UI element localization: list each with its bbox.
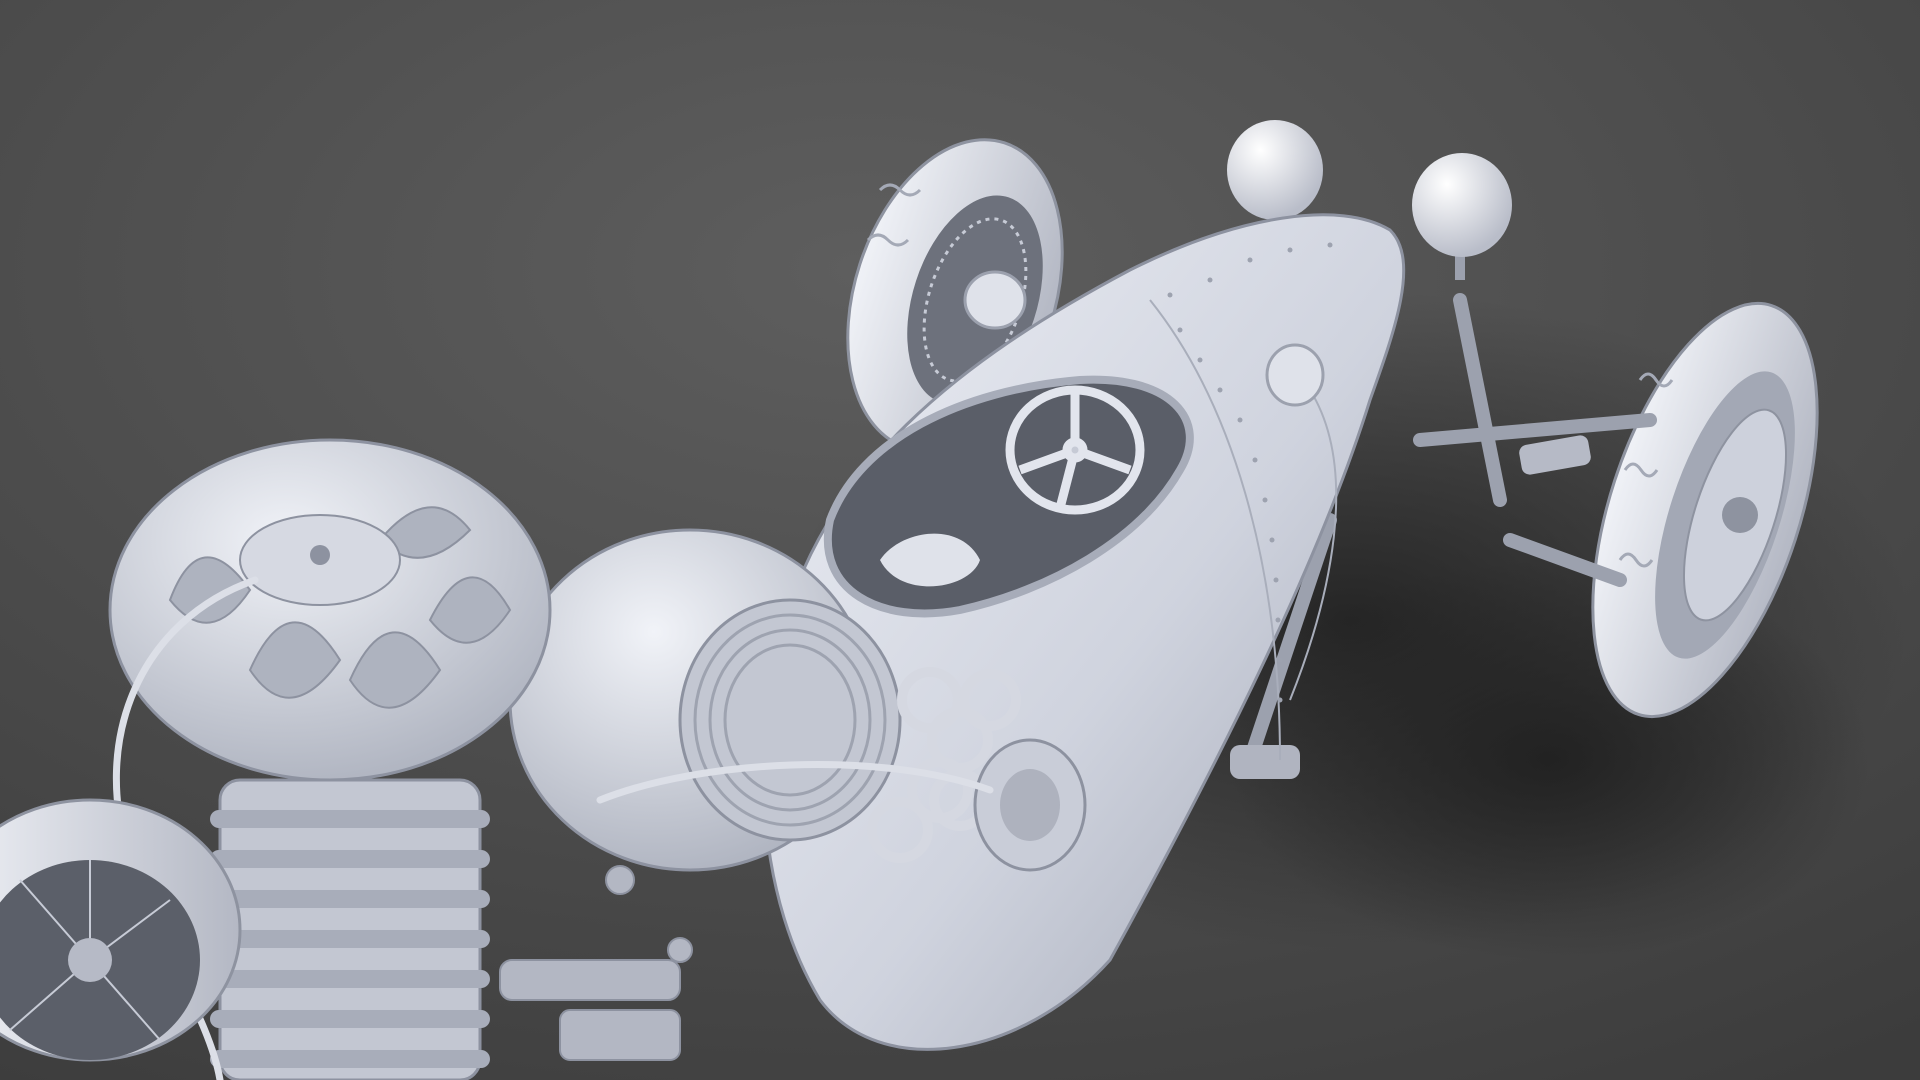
side-mirror xyxy=(963,270,1027,330)
cowl-gauge xyxy=(1265,343,1325,407)
render-viewport xyxy=(0,0,1920,1080)
cylinder-fins xyxy=(210,778,490,1080)
car-render xyxy=(0,0,1920,1080)
intake-dome xyxy=(108,438,552,782)
rear-spring-mount xyxy=(1230,745,1300,779)
ground-shadow-right xyxy=(1230,560,1870,960)
